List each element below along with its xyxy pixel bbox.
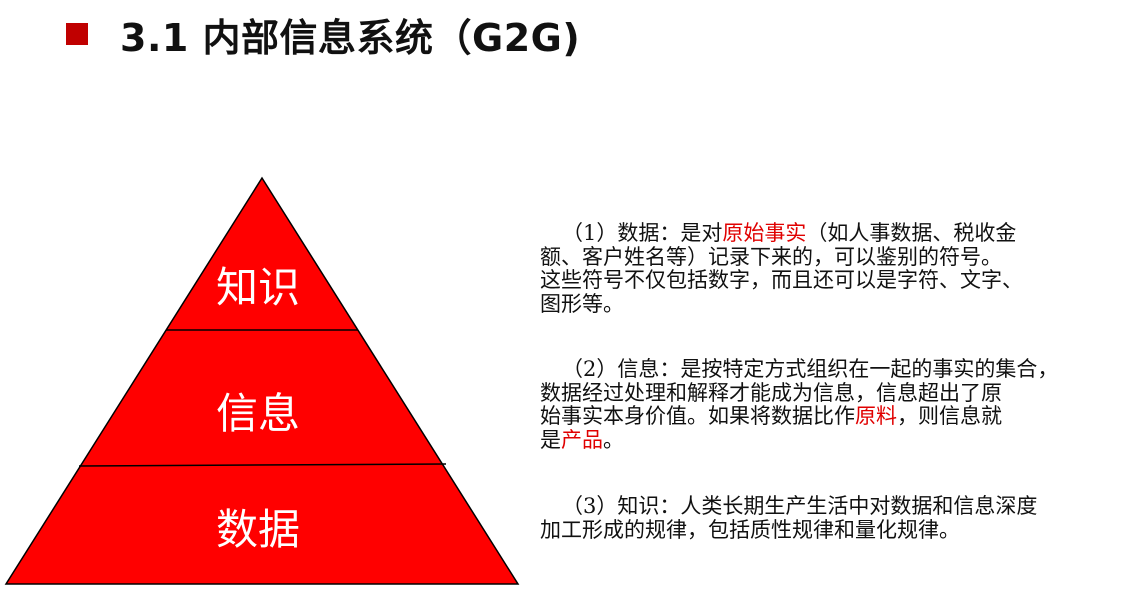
desc-line: 加工形成的规律，包括质性规律和量化规律。	[540, 517, 960, 542]
desc-text: （如人事数据、税收金	[806, 221, 1017, 245]
desc-text: 。	[603, 427, 624, 452]
desc-text: ，则信息就	[897, 404, 1002, 428]
desc-text: 是	[540, 427, 561, 452]
desc-line: 始事实本身价值。如果将数据比作原料，则信息就	[540, 404, 1140, 429]
desc-line: 图形等。	[540, 291, 624, 316]
desc-line: （1）数据：是对原始事实（如人事数据、税收金	[540, 221, 1140, 246]
description-information: （2）信息：是按特定方式组织在一起的事实的集合， 数据经过处理和解释才能成为信息…	[540, 357, 1140, 453]
desc-line: （2）信息：是按特定方式组织在一起的事实的集合，	[562, 357, 1059, 381]
desc-line: 额、客户姓名等）记录下来的，可以鉴别的符号。	[540, 244, 1002, 269]
highlight-raw-material: 原料	[855, 404, 897, 428]
desc-line: （3）知识：人类长期生产生活中对数据和信息深度	[562, 494, 1038, 518]
description-knowledge: （3）知识：人类长期生产生活中对数据和信息深度 加工形成的规律，包括质性规律和量…	[540, 494, 1140, 542]
desc-line: 数据经过处理和解释才能成为信息，信息超出了原	[540, 380, 1002, 405]
description-data: （1）数据：是对原始事实（如人事数据、税收金 额、客户姓名等）记录下来的，可以鉴…	[540, 221, 1140, 316]
desc-line: 是产品。	[540, 427, 1140, 453]
pyramid-level-knowledge: 知识	[216, 263, 300, 312]
pyramid-level-information: 信息	[216, 389, 300, 438]
pyramid-level-data: 数据	[216, 505, 300, 554]
desc-text: 始事实本身价值。如果将数据比作	[540, 404, 855, 428]
highlight-raw-facts: 原始事实	[722, 221, 807, 245]
desc-text: （1）数据：是对	[562, 221, 723, 245]
desc-line: 这些符号不仅包括数字，而且还可以是字符、文字、	[540, 268, 1023, 292]
highlight-product: 产品	[561, 427, 603, 452]
slide: 3.1 内部信息系统（G2G) 知识 信息 数据 （1）数据：是对原始事实（如人…	[0, 0, 1147, 598]
